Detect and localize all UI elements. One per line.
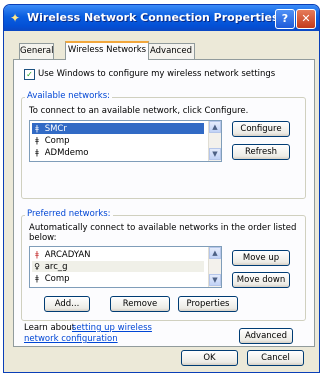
title-bar[interactable]: ✦ Wireless Network Connection Properties…	[4, 5, 319, 31]
preferred-networks-list[interactable]: ǂ ARCADYAN ♀ arc_g ǂ Comp ▲ ▼	[29, 246, 222, 288]
tab-advanced[interactable]: Advanced	[147, 43, 195, 59]
antenna-error-icon: ǂ	[35, 250, 39, 259]
cancel-button[interactable]: Cancel	[247, 350, 304, 366]
add-button[interactable]: Add...	[44, 296, 90, 312]
properties-window: ✦ Wireless Network Connection Properties…	[3, 4, 320, 373]
preferred-description: Automatically connect to available netwo…	[29, 223, 297, 243]
antenna-icon: ♀	[34, 262, 40, 271]
preferred-scrollbar[interactable]: ▲ ▼	[208, 247, 221, 287]
scroll-up-icon[interactable]: ▲	[209, 121, 221, 133]
use-windows-checkbox[interactable]: ✓	[24, 69, 35, 80]
use-windows-label: Use Windows to configure my wireless net…	[38, 69, 276, 79]
refresh-button[interactable]: Refresh	[232, 144, 290, 160]
antenna-icon: ǂ	[35, 136, 39, 145]
available-description: To connect to an available network, clic…	[29, 106, 249, 116]
dialog-body: General Wireless Networks Advanced ✓ Use…	[7, 31, 316, 369]
list-item[interactable]: ǂ SMCr	[32, 123, 204, 134]
preferred-networks-title: Preferred networks:	[25, 209, 113, 219]
wireless-network-icon: ✦	[10, 11, 21, 25]
tab-wireless-networks[interactable]: Wireless Networks	[65, 41, 149, 60]
available-networks-title: Available networks:	[25, 91, 112, 101]
list-item[interactable]: ǂ Comp	[32, 135, 204, 146]
list-item[interactable]: ♀ arc_g	[32, 261, 204, 272]
properties-button[interactable]: Properties	[178, 296, 238, 312]
move-down-button[interactable]: Move down	[232, 272, 290, 288]
scroll-down-icon[interactable]: ▼	[209, 274, 221, 286]
remove-button[interactable]: Remove	[110, 296, 170, 312]
window-title: Wireless Network Connection Properties	[27, 11, 279, 24]
antenna-icon: ǂ	[35, 148, 39, 157]
move-up-button[interactable]: Move up	[232, 250, 290, 266]
wireless-setup-link[interactable]: setting up wireless network configuratio…	[24, 323, 174, 345]
scroll-up-icon[interactable]: ▲	[209, 247, 221, 259]
configure-button[interactable]: Configure	[232, 121, 290, 137]
list-item[interactable]: ǂ Comp	[32, 273, 204, 284]
advanced-button[interactable]: Advanced	[239, 328, 293, 344]
list-item[interactable]: ǂ ARCADYAN	[32, 249, 204, 260]
antenna-icon: ǂ	[35, 124, 39, 133]
tab-general[interactable]: General	[19, 43, 54, 59]
available-scrollbar[interactable]: ▲ ▼	[208, 121, 221, 161]
tab-panel: ✓ Use Windows to configure my wireless n…	[13, 59, 315, 347]
list-item[interactable]: ǂ ADMdemo	[32, 147, 204, 158]
close-button[interactable]: ✕	[296, 9, 316, 29]
antenna-icon: ǂ	[35, 274, 39, 283]
scroll-down-icon[interactable]: ▼	[209, 148, 221, 160]
ok-button[interactable]: OK	[181, 350, 238, 366]
available-networks-list[interactable]: ǂ SMCr ǂ Comp ǂ ADMdemo ▲ ▼	[29, 120, 222, 162]
help-button[interactable]: ?	[275, 9, 295, 29]
